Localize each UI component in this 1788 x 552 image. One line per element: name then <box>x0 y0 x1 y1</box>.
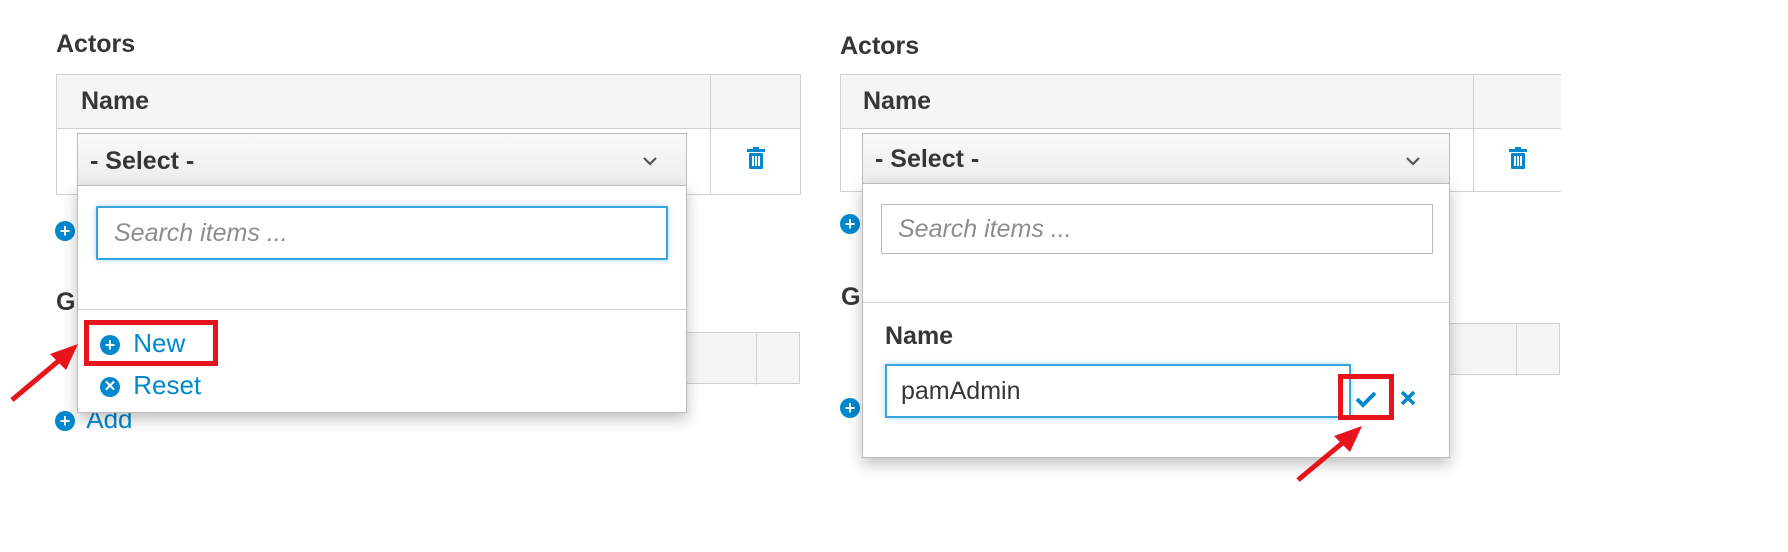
actors-title: Actors <box>56 30 136 58</box>
actor-select[interactable]: - Select - <box>862 133 1450 185</box>
arrow-icon <box>1296 426 1362 482</box>
groups-table-header-partial <box>680 332 800 385</box>
trash-icon[interactable] <box>1508 147 1528 169</box>
new-item-name-input[interactable]: pamAdmin <box>885 364 1351 418</box>
plus-circle-icon[interactable]: + <box>840 398 860 418</box>
chevron-down-icon <box>1406 157 1420 166</box>
highlight-new-box <box>84 320 218 366</box>
plus-circle-icon[interactable]: + <box>840 214 860 234</box>
close-icon[interactable] <box>1400 390 1416 406</box>
search-input[interactable]: Search items ... <box>96 206 668 260</box>
column-divider <box>1473 75 1474 191</box>
table-header: Name <box>841 75 1561 129</box>
groups-table-header-partial <box>1440 323 1560 376</box>
column-divider <box>710 75 711 194</box>
column-divider <box>1516 324 1517 376</box>
actor-select[interactable]: - Select - <box>77 133 687 187</box>
chevron-down-icon <box>643 157 657 166</box>
column-divider <box>756 333 757 385</box>
table-header: Name <box>57 75 800 129</box>
plus-circle-icon: + <box>55 411 75 432</box>
column-header-name: Name <box>863 87 932 115</box>
highlight-check-box <box>1338 374 1394 420</box>
column-header-name: Name <box>81 87 150 115</box>
arrow-icon <box>10 344 78 402</box>
trash-icon[interactable] <box>746 147 766 169</box>
times-circle-icon: ✕ <box>100 377 120 398</box>
actors-title: Actors <box>840 32 920 60</box>
reset-option[interactable]: ✕ Reset <box>100 370 201 401</box>
search-input[interactable]: Search items ... <box>881 204 1433 254</box>
select-value: - Select - <box>875 145 980 173</box>
new-item-name-label: Name <box>885 322 954 350</box>
select-value: - Select - <box>90 147 195 175</box>
plus-circle-icon[interactable]: + <box>55 221 75 241</box>
dropdown-divider <box>78 309 686 310</box>
select-dropdown: Search items ... + New ✕ Reset <box>77 185 687 413</box>
dropdown-divider <box>863 302 1449 303</box>
